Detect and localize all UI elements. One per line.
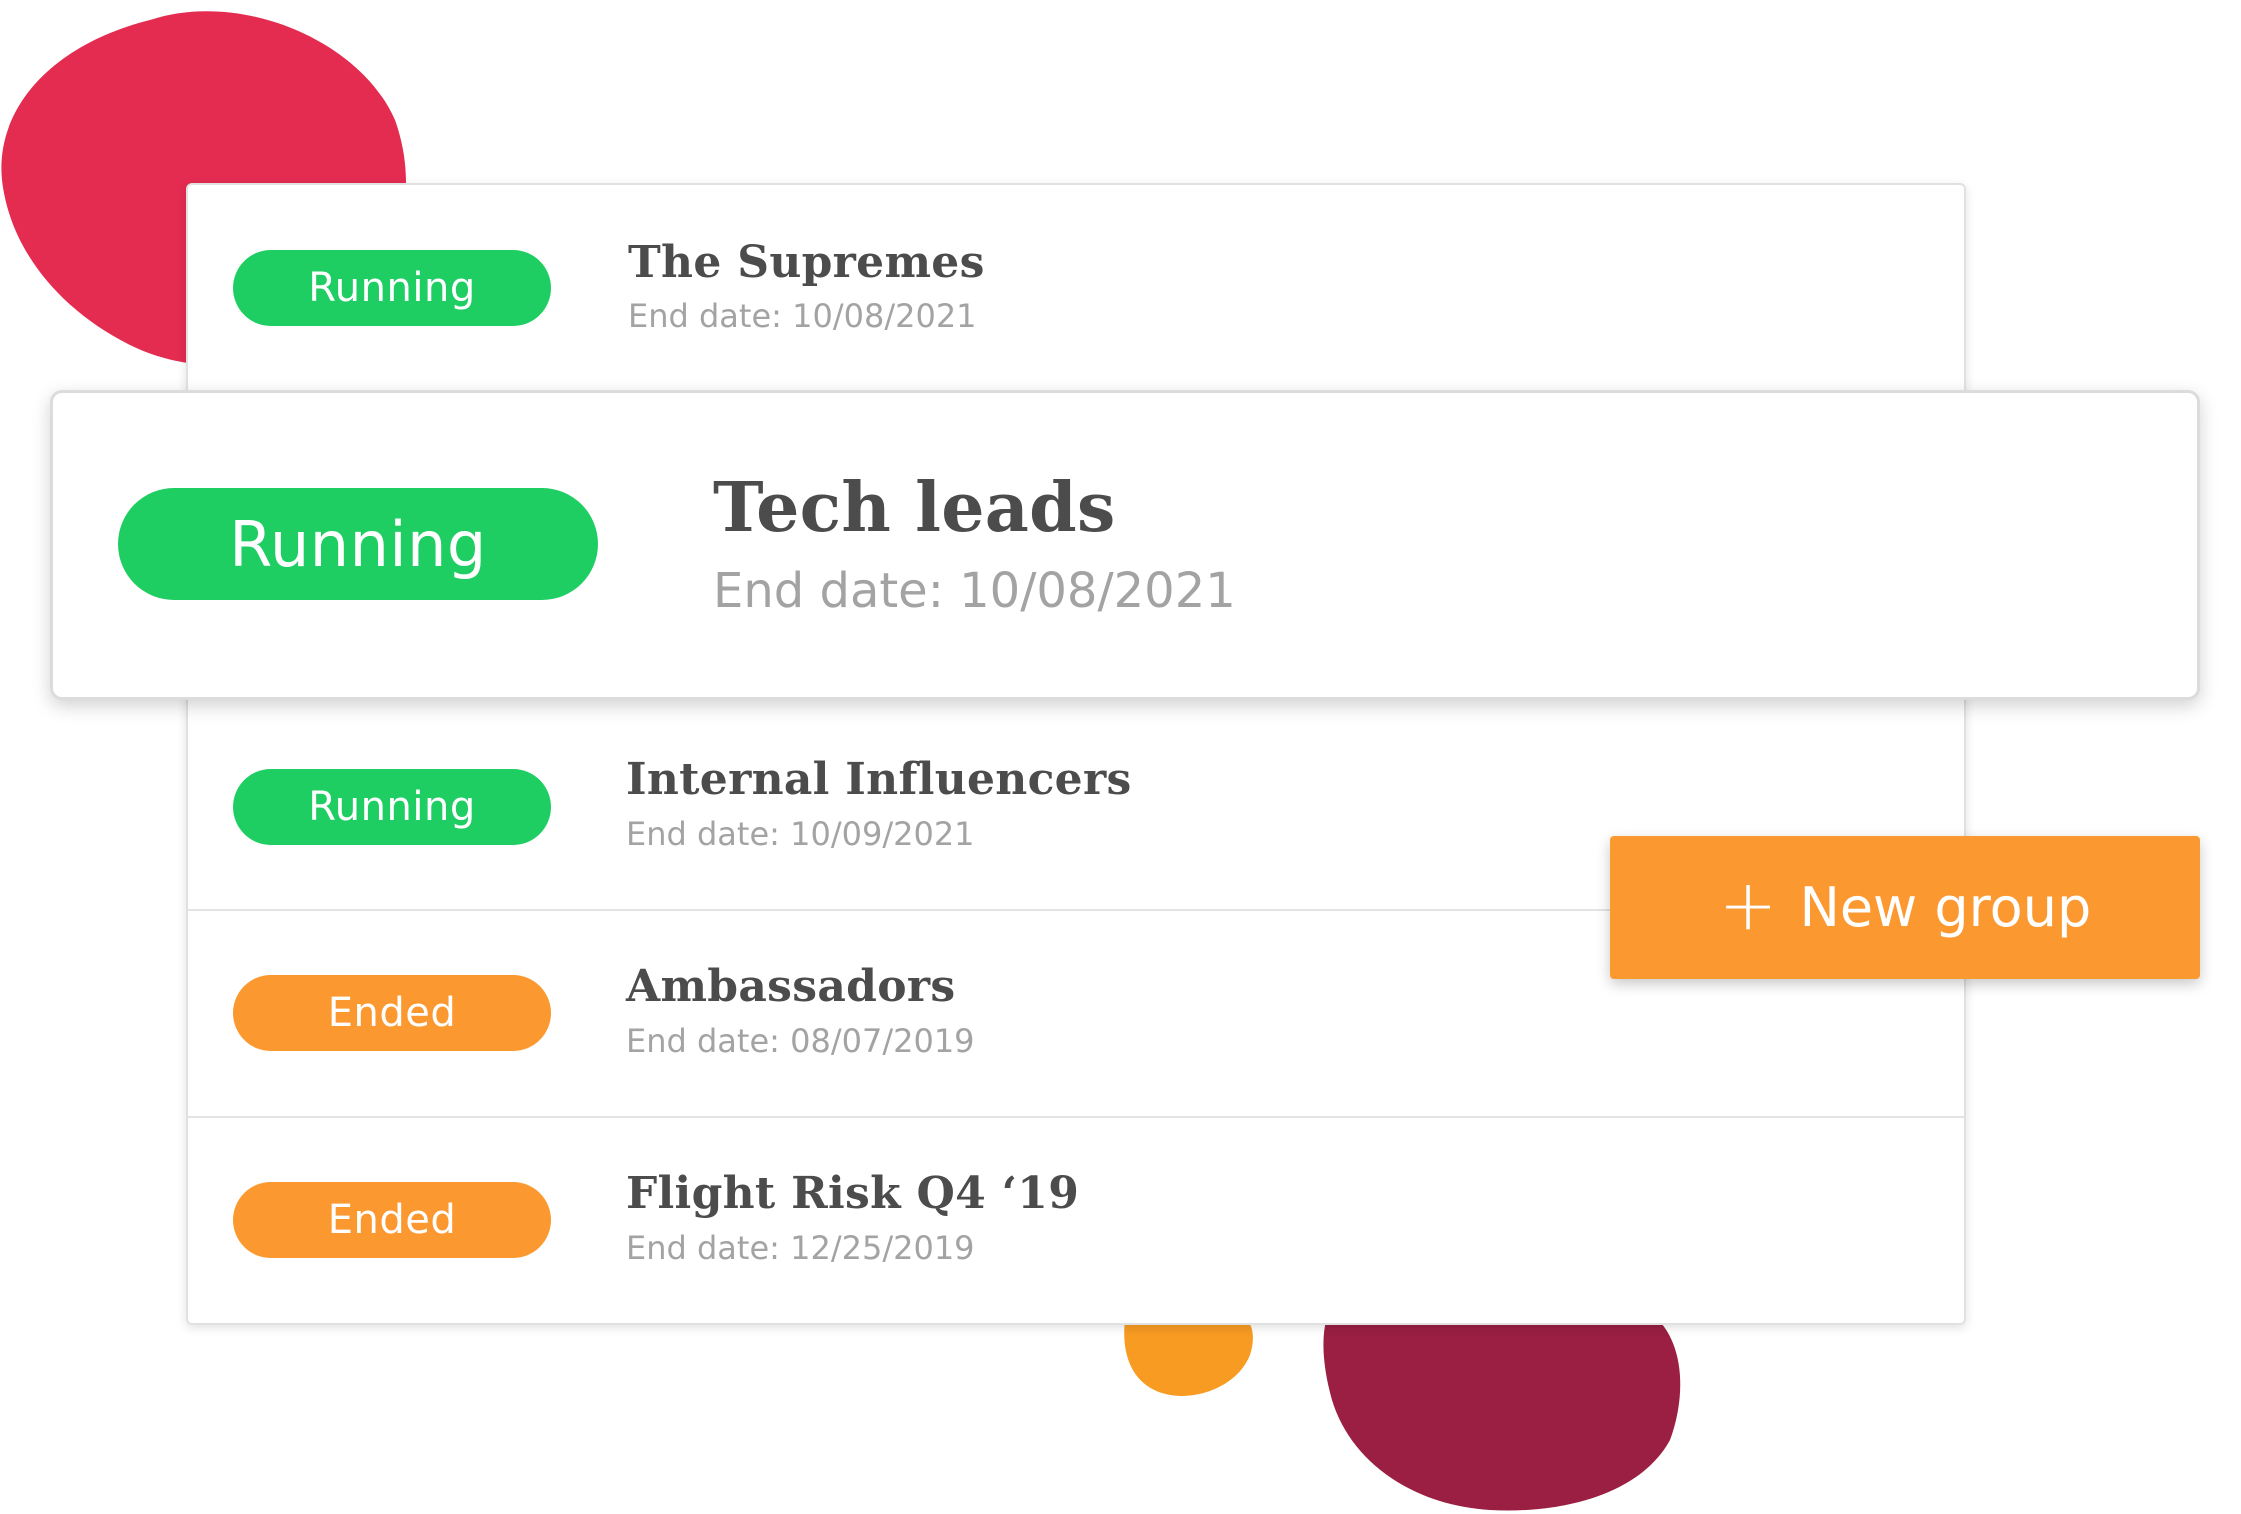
featured-group-row[interactable]: Running Tech leads End date: 10/08/2021 [50, 390, 2200, 700]
end-date: End date: 08/07/2019 [626, 1022, 975, 1060]
group-name: Flight Risk Q4 ‘19 [626, 1168, 1080, 1219]
group-name: Ambassadors [626, 961, 956, 1012]
list-item[interactable]: Running The Supremes End date: 10/08/202… [188, 185, 1964, 392]
end-date: End date: 10/09/2021 [626, 815, 975, 853]
status-badge: Running [233, 250, 551, 326]
new-group-label: New group [1799, 876, 2092, 939]
status-badge: Running [118, 488, 598, 600]
status-badge: Ended [233, 975, 551, 1051]
list-item[interactable]: Ended Flight Risk Q4 ‘19 End date: 12/25… [188, 1116, 1964, 1323]
end-date: End date: 10/08/2021 [628, 297, 977, 335]
end-date: End date: 12/25/2019 [626, 1229, 975, 1267]
groups-list-card: Running The Supremes End date: 10/08/202… [186, 183, 1966, 1325]
group-name: Internal Influencers [626, 754, 1132, 805]
status-badge: Ended [233, 1182, 551, 1258]
plus-icon: + [1718, 863, 1778, 946]
group-name: Tech leads [713, 468, 1116, 548]
new-group-button[interactable]: + New group [1610, 836, 2200, 979]
end-date: End date: 10/08/2021 [713, 563, 1236, 619]
group-name: The Supremes [628, 237, 985, 288]
status-badge: Running [233, 769, 551, 845]
